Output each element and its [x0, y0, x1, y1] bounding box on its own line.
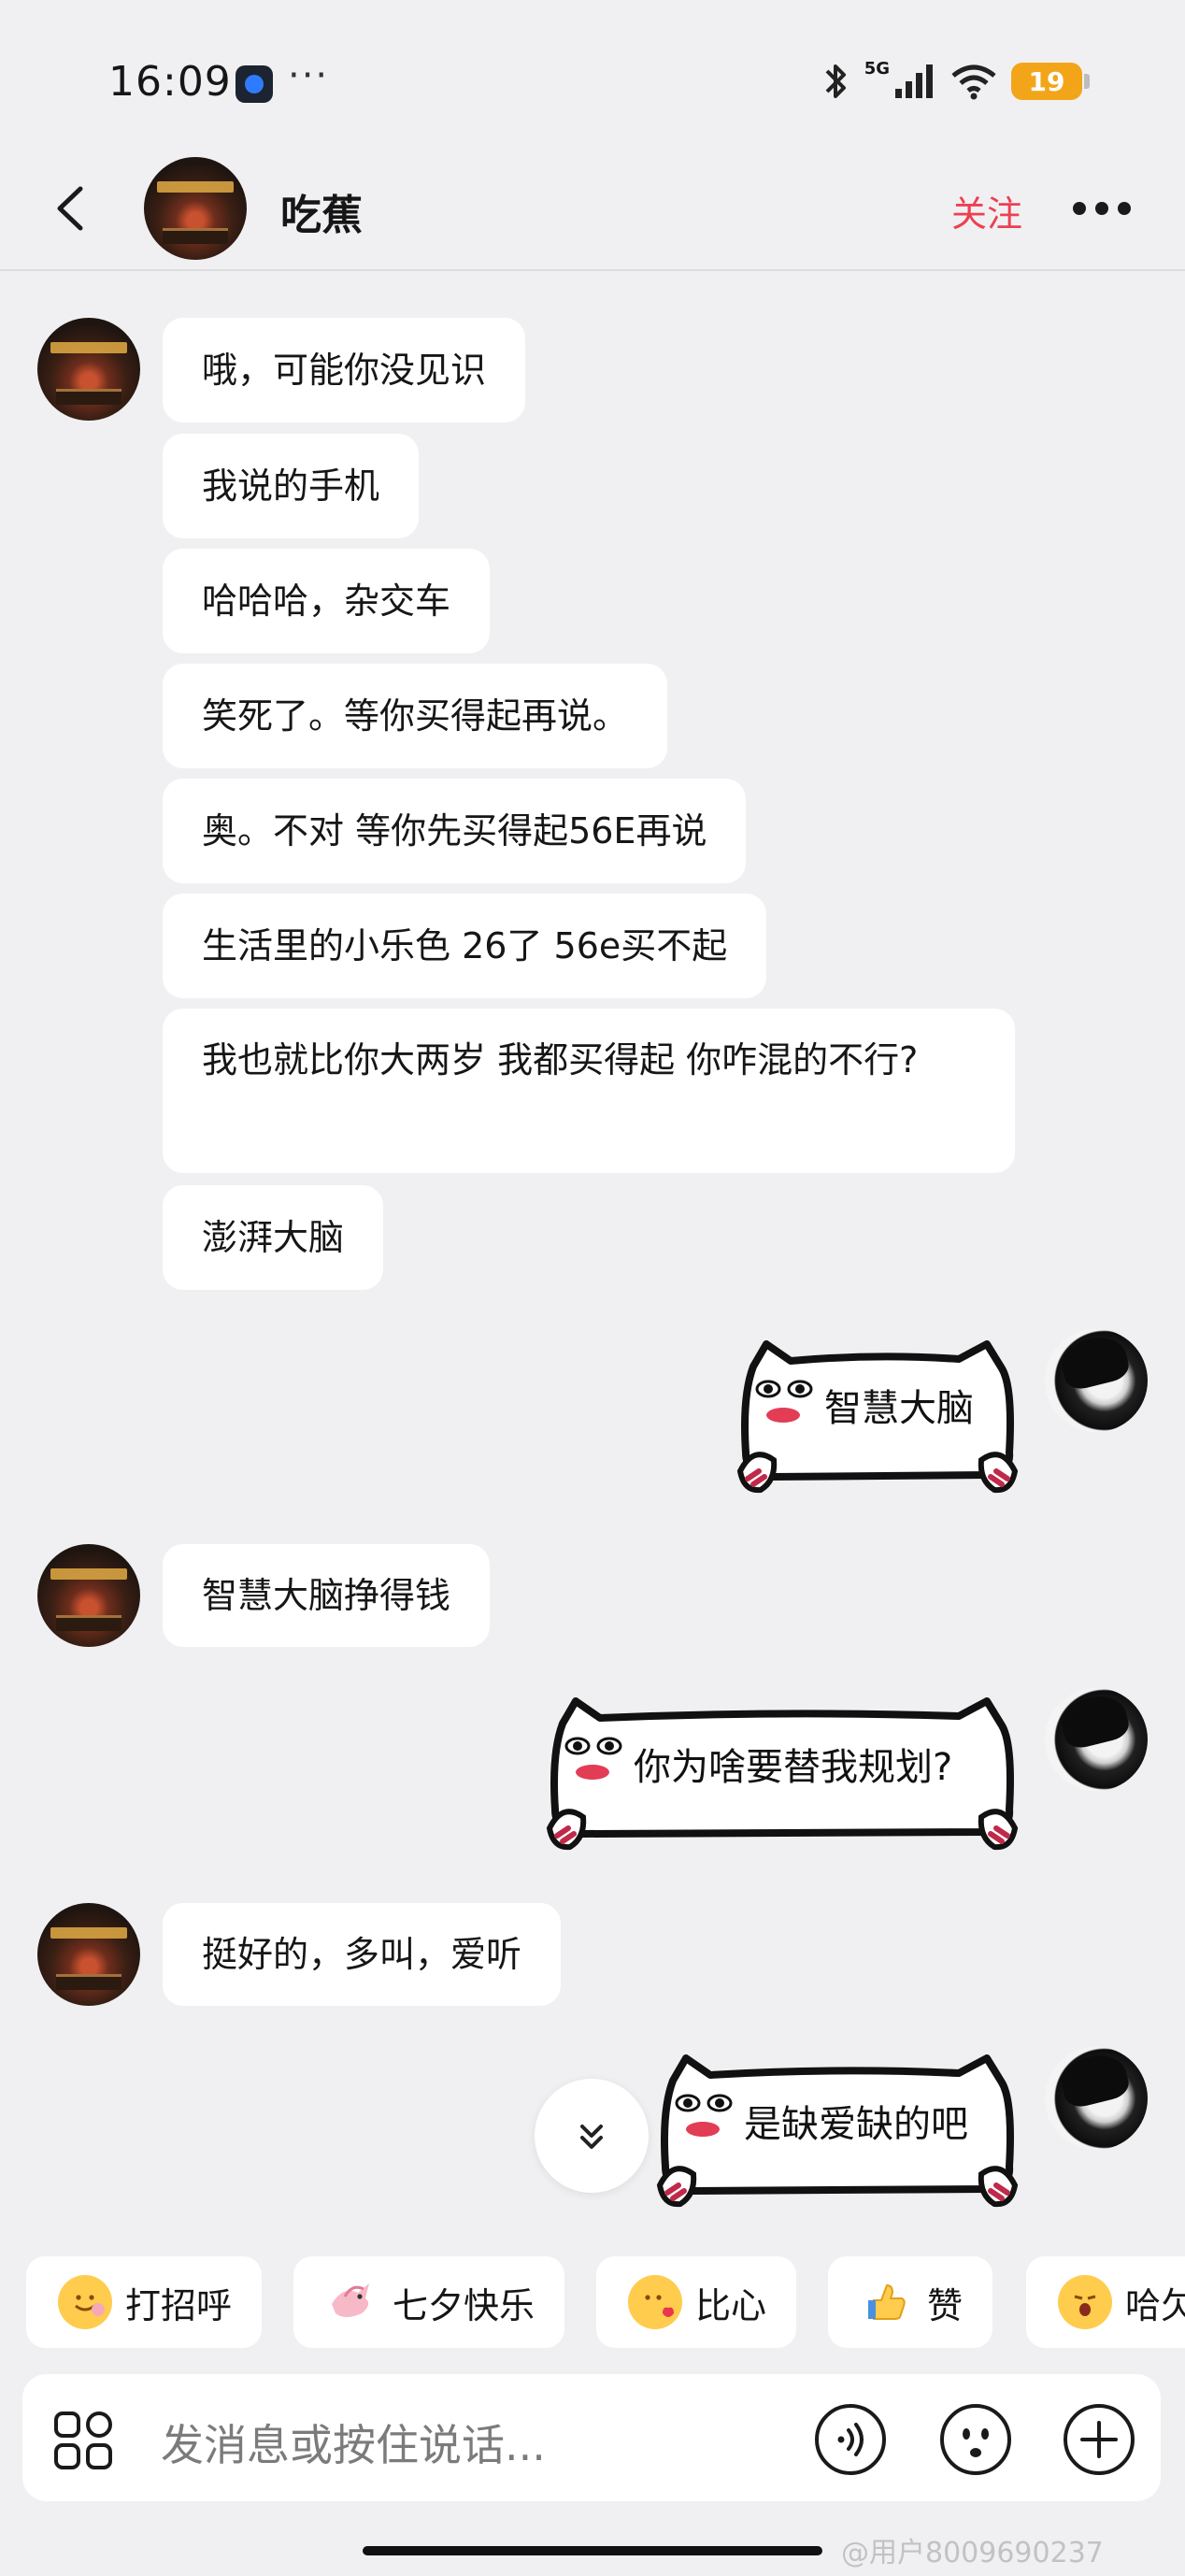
message-bubble[interactable]: 智慧大脑挣得钱 [163, 1544, 491, 1647]
apps-grid-icon[interactable] [52, 2410, 114, 2471]
watermark: @用户8009690237 [841, 2537, 1104, 2569]
chip-label: 哈欠 [1125, 2284, 1185, 2326]
contact-avatar[interactable] [144, 157, 247, 260]
message-bubble[interactable]: 我说的手机 [163, 434, 420, 538]
wifi-icon [951, 64, 996, 100]
my-avatar[interactable] [1045, 1688, 1148, 1791]
chip-label: 打招呼 [125, 2284, 233, 2326]
sticker-message[interactable]: 是缺爱缺的吧 [654, 2054, 1021, 2211]
plus-icon[interactable] [1062, 2402, 1136, 2477]
home-indicator[interactable] [363, 2546, 822, 2555]
message-bubble[interactable]: 我也就比你大两岁 我都买得起 你咋混的不行? [163, 1009, 1015, 1173]
status-right-group: 5G 19 [820, 58, 1090, 103]
quick-reply-chip[interactable]: 七夕快乐 [293, 2256, 565, 2348]
message-bubble[interactable]: 澎湃大脑 [163, 1185, 384, 1290]
message-bubble[interactable]: 生活里的小乐色 26了 56e买不起 [163, 894, 767, 998]
sender-avatar[interactable] [37, 1544, 140, 1647]
message-input[interactable]: 发消息或按住说话... [161, 2411, 546, 2473]
sticker-text: 智慧大脑 [824, 1387, 974, 1430]
scroll-to-bottom-button[interactable] [535, 2079, 649, 2193]
message-bubble[interactable]: 笑死了。等你买得起再说。 [163, 664, 668, 768]
quick-reply-row: 打招呼 七夕快乐 比心 赞 哈欠 [0, 2256, 1185, 2354]
message-bubble[interactable]: 哈哈哈，杂交车 [163, 549, 491, 653]
signal-icon [895, 64, 933, 98]
yawn-emoji-icon [1058, 2275, 1112, 2329]
back-arrow-icon[interactable] [45, 178, 101, 239]
my-avatar[interactable] [1045, 1329, 1148, 1432]
voice-icon[interactable] [813, 2402, 888, 2477]
quick-reply-chip[interactable]: 赞 [828, 2256, 993, 2348]
bird-emoji-icon [325, 2275, 379, 2329]
quick-reply-chip[interactable]: 哈欠 [1026, 2256, 1185, 2348]
follow-button[interactable]: 关注 [951, 185, 1022, 236]
message-bubble[interactable]: 哦，可能你没见识 [163, 318, 526, 422]
contact-name[interactable]: 吃蕉 [280, 181, 363, 241]
emoji-icon[interactable] [938, 2402, 1013, 2477]
status-more-dots: ··· [288, 54, 330, 97]
wave-emoji-icon [58, 2275, 112, 2329]
app-paw-icon [236, 65, 273, 103]
more-dots-icon[interactable] [1073, 194, 1138, 222]
chip-label: 七夕快乐 [393, 2284, 535, 2326]
status-time: 16:09 [108, 58, 232, 106]
heart-hands-emoji-icon [628, 2275, 682, 2329]
sticker-message[interactable]: 你为啥要替我规划? [544, 1697, 1021, 1854]
network-label: 5G [864, 58, 890, 79]
my-avatar[interactable] [1045, 2047, 1148, 2150]
chip-label: 赞 [927, 2284, 964, 2326]
bluetooth-icon [825, 64, 846, 98]
double-chevron-down-icon [580, 2125, 603, 2149]
battery-icon: 19 [1011, 63, 1090, 100]
sticker-message[interactable]: 智慧大脑 [735, 1340, 1021, 1497]
message-bubble[interactable]: 挺好的，多叫，爱听 [163, 1903, 562, 2006]
message-bubble[interactable]: 奥。不对 等你先买得起56E再说 [163, 779, 747, 883]
thumbs-up-emoji-icon [860, 2275, 914, 2329]
quick-reply-chip[interactable]: 比心 [596, 2256, 797, 2348]
sender-avatar[interactable] [37, 318, 140, 421]
chip-label: 比心 [695, 2284, 767, 2326]
quick-reply-chip[interactable]: 打招呼 [26, 2256, 263, 2348]
sticker-text: 你为啥要替我规划? [634, 1746, 953, 1789]
sender-avatar[interactable] [37, 1903, 140, 2006]
sticker-text: 是缺爱缺的吧 [744, 2103, 968, 2146]
